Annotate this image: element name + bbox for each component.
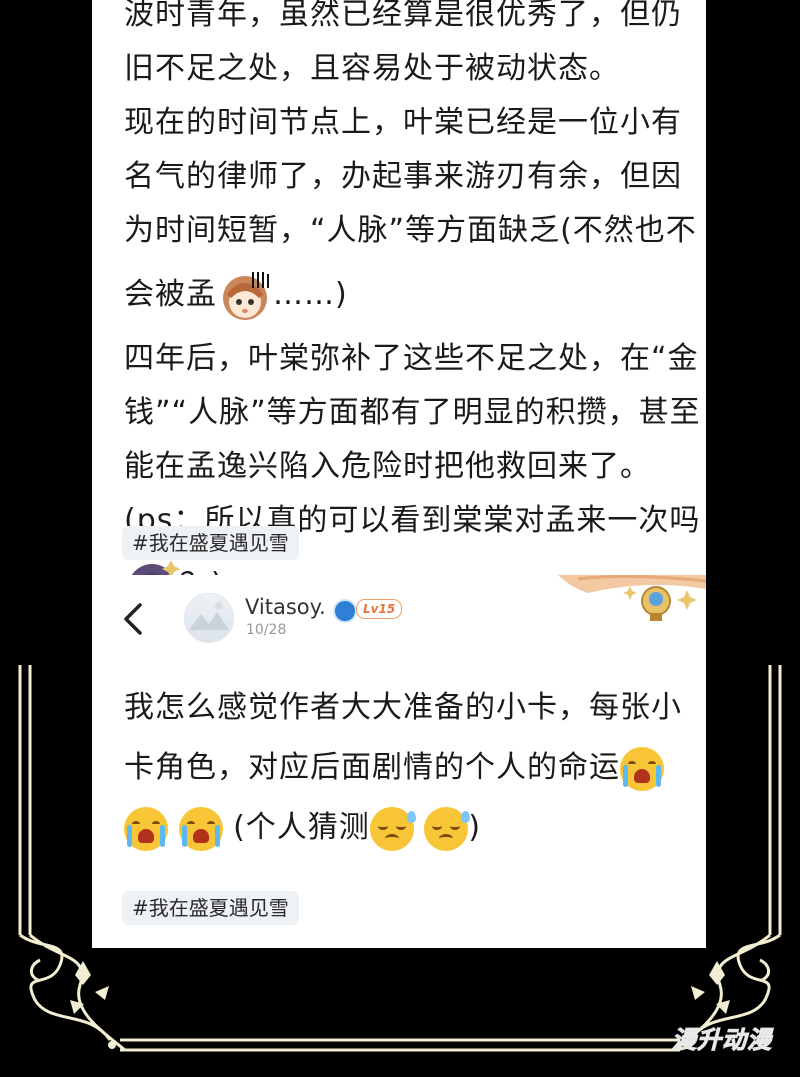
post-line: 会被孟 ……) — [124, 258, 686, 332]
comment-body: 我怎么感觉作者大大准备的小卡，每张小 卡角色，对应后面剧情的个人的命运 (个人猜… — [124, 678, 686, 858]
post-line: 为时间短暂，“人脉”等方面缺乏(不然也不 — [124, 213, 697, 248]
sad-emoji-icon — [424, 806, 471, 851]
post-line: 旧不足之处，且容易处于被动状态。 — [124, 51, 620, 86]
crying-emoji-icon — [124, 806, 168, 851]
post-card: 波时青年，虽然已经算是很优秀了，但仍 旧不足之处，且容易处于被动状态。 现在的时… — [92, 0, 706, 612]
username[interactable]: Vitasoy. — [245, 595, 326, 619]
watermark-logo: 漫升动漫 — [672, 1026, 772, 1055]
verified-badge-icon — [333, 599, 357, 623]
crying-emoji-icon — [620, 746, 664, 791]
comment-line-text: 卡角色，对应后面剧情的个人的命运 — [124, 750, 620, 785]
comment-card: Vitasoy. Lv15 10/28 我怎么感觉作者大大准备的小卡，每张小 卡… — [92, 575, 706, 948]
post-line: 名气的律师了，办起事来游刃有余，但因 — [124, 159, 682, 194]
sad-emoji-icon — [369, 806, 416, 851]
crying-emoji-icon — [178, 806, 223, 851]
chevron-left-icon[interactable] — [118, 599, 148, 639]
comment-line-text: (个人猜测 — [233, 810, 370, 845]
shocked-girl-sticker-icon — [217, 268, 273, 324]
comment-line: 卡角色，对应后面剧情的个人的命运 — [124, 738, 686, 798]
topic-tag[interactable]: #我在盛夏遇见雪 — [122, 891, 299, 925]
trophy-banner-icon — [558, 575, 706, 621]
post-line-text: 会被孟 — [124, 277, 217, 312]
post-line: 四年后，叶棠弥补了这些不足之处，在“金 — [124, 341, 699, 376]
topic-tag[interactable]: #我在盛夏遇见雪 — [122, 526, 299, 560]
post-line: 能在孟逸兴陷入危险时把他救回来了。 — [124, 449, 651, 484]
avatar[interactable] — [184, 593, 234, 643]
comment-line: (个人猜测 ) — [124, 798, 686, 858]
comment-date: 10/28 — [246, 622, 287, 638]
post-line: 钱”“人脉”等方面都有了明显的积攒，甚至 — [124, 395, 701, 430]
post-line: 现在的时间节点上，叶棠已经是一位小有 — [124, 105, 682, 140]
comment-line-text: ) — [468, 810, 482, 845]
post-line: 波时青年，虽然已经算是很优秀了，但仍 — [124, 0, 682, 32]
post-line-text: ……) — [273, 277, 348, 312]
comment-header: Vitasoy. Lv15 10/28 — [92, 575, 706, 665]
level-badge: Lv15 — [356, 599, 403, 619]
comment-line: 我怎么感觉作者大大准备的小卡，每张小 — [124, 690, 682, 725]
